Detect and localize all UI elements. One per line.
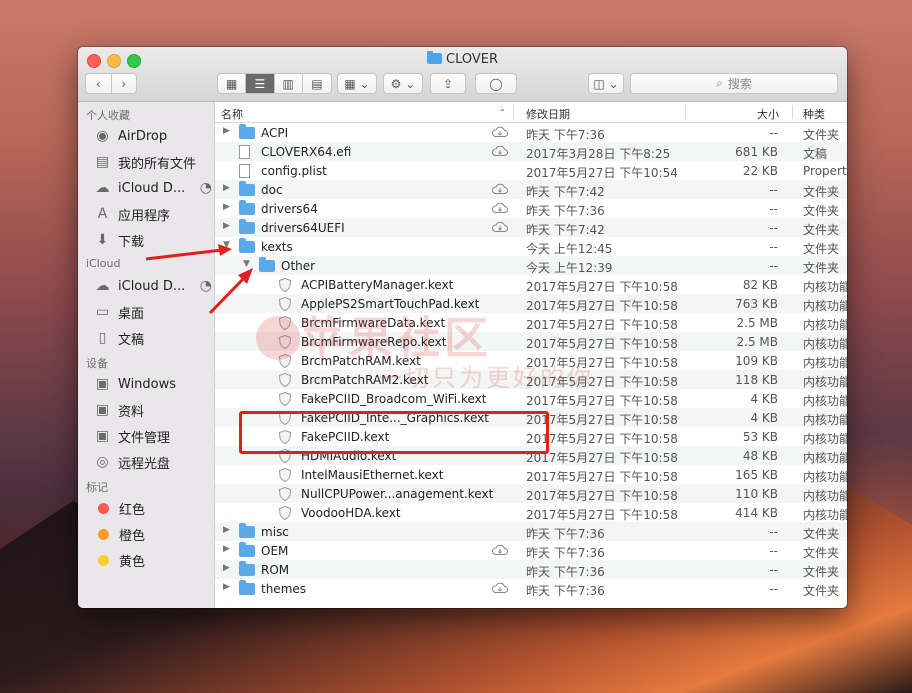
- arrow-head-kexts: [218, 244, 232, 256]
- arrow-to-kexts: [145, 248, 223, 261]
- highlight-box: [239, 411, 549, 454]
- arrow-to-other: [208, 274, 248, 315]
- annotation-arrows: [145, 244, 253, 315]
